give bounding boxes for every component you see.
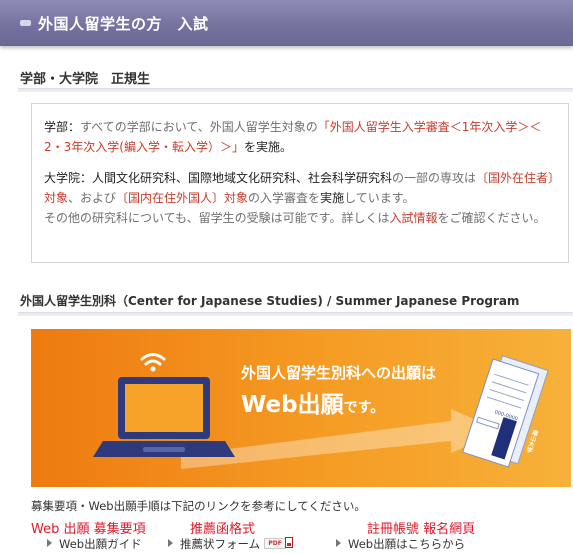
link-recommendation-form[interactable]: 推薦状フォーム PDF	[168, 536, 294, 552]
section-heading-japanese-studies: 外国人留学生別科（Center for Japanese Studies) / …	[20, 294, 520, 308]
annotation-web-guide: Web 出願 募集要項	[31, 522, 146, 537]
grad-text-end: しています。	[344, 191, 415, 205]
pdf-badge-label: PDF	[264, 538, 287, 549]
grad-text: の一部の専攻は	[392, 171, 477, 185]
web-application-banner[interactable]: 外国人留学生別科への出願は Web出願です。 南山大学 000-0000	[31, 329, 571, 487]
undergrad-text-end: を実施。	[243, 140, 292, 154]
section-divider	[18, 88, 573, 92]
banner-suffix: です。	[343, 400, 385, 416]
banner-web-label: Web出願	[241, 392, 344, 418]
section-divider	[18, 312, 573, 316]
application-envelope-icon	[462, 355, 549, 468]
admission-info-link[interactable]: 入試情報	[389, 211, 437, 225]
triangle-bullet-icon	[47, 539, 52, 547]
page-title: 外国人留学生の方 入試	[38, 15, 209, 33]
other-text-end: をご確認ください。	[437, 211, 546, 225]
info-box: 学部：すべての学部において、外国人留学生対象の「外国人留学生入学審査＜1年次入学…	[31, 103, 569, 263]
grad-schools: 人間文化研究科、国際地域文化研究科、社会科学研究科	[92, 171, 393, 185]
page-header: 外国人留学生の方 入試	[0, 0, 573, 46]
grad-text-and: 、および	[68, 191, 117, 205]
link-label: 推薦状フォーム	[180, 537, 261, 551]
link-web-application-guide[interactable]: Web出願ガイド	[47, 536, 142, 552]
link-web-application-portal[interactable]: Web出願はこちらから	[336, 536, 465, 552]
annotation-recommendation: 推薦函格式	[190, 522, 256, 537]
instruction-note: 募集要項・Web出願手順は下記のリンクを参考にしてください。	[31, 499, 366, 513]
grad-domestic-link[interactable]: 〔国内在住外国人〕対象	[116, 191, 248, 205]
annotation-register: 註冊帳號 報名網頁	[367, 522, 476, 537]
triangle-bullet-icon	[336, 539, 341, 547]
banner-web-application: Web出願です。	[241, 385, 384, 419]
other-text: その他の研究科についても、留学生の受験は可能です。詳しくは	[44, 211, 390, 225]
header-bullet-icon	[20, 20, 31, 26]
wifi-icon	[140, 353, 166, 366]
link-label: Web出願ガイド	[59, 537, 142, 551]
grad-text-exam: の入学審査を	[248, 191, 321, 205]
link-label: Web出願はこちらから	[348, 537, 466, 551]
grad-text-implement: 実施	[320, 191, 345, 205]
other-paragraph: その他の研究科についても、留学生の受験は可能です。詳しくは入試情報をご確認くださ…	[44, 208, 558, 228]
section-heading-regular: 学部・大学院 正規生	[20, 72, 151, 87]
undergrad-text: すべての学部において、外国人留学生対象の	[80, 120, 318, 134]
banner-headline: 外国人留学生別科への出願は	[241, 364, 437, 382]
grad-label: 大学院：	[44, 171, 93, 185]
grad-paragraph: 大学院：人間文化研究科、国際地域文化研究科、社会科学研究科の一部の専攻は〔国外在…	[44, 168, 558, 208]
pdf-icon: PDF	[264, 537, 294, 549]
triangle-bullet-icon	[168, 539, 173, 547]
undergrad-label: 学部：	[44, 120, 81, 134]
undergrad-paragraph: 学部：すべての学部において、外国人留学生対象の「外国人留学生入学審査＜1年次入学…	[44, 117, 558, 157]
